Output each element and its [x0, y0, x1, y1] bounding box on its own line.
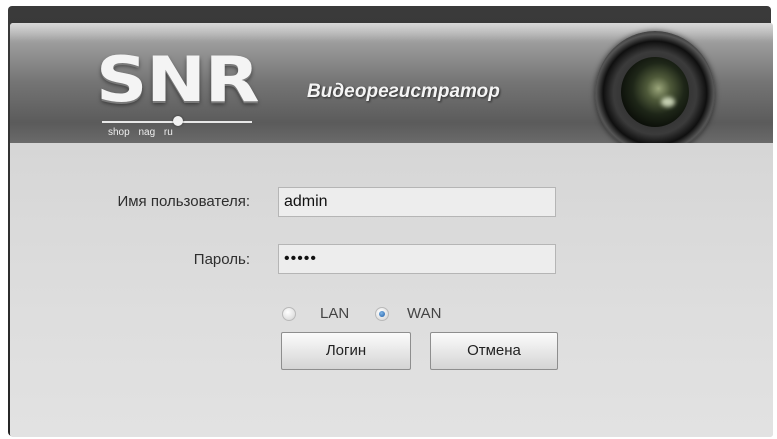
lens-glass	[621, 57, 689, 127]
login-panel: SNR shop nag ru Видеорегистратор Имя пол…	[10, 23, 773, 437]
logo-subtext: shop nag ru	[108, 127, 173, 138]
header-title: Видеорегистратор	[307, 81, 500, 102]
logo-dot	[173, 116, 183, 126]
camera-lens-icon	[595, 31, 715, 155]
login-form: Имя пользователя: Пароль: LAN WAN Логин …	[10, 143, 773, 437]
wan-radio[interactable]	[375, 307, 389, 321]
logo-text: SNR	[96, 43, 260, 116]
header-banner: SNR shop nag ru Видеорегистратор	[10, 23, 773, 155]
cancel-button[interactable]: Отмена	[430, 332, 558, 370]
password-label: Пароль:	[193, 251, 250, 268]
network-mode-group: LAN WAN	[282, 305, 532, 325]
username-field[interactable]	[278, 187, 556, 217]
logo: SNR shop nag ru	[96, 43, 266, 139]
login-button[interactable]: Логин	[281, 332, 411, 370]
lan-radio-label[interactable]: LAN	[320, 305, 349, 322]
password-field[interactable]	[278, 244, 556, 274]
lens-glint	[661, 97, 675, 107]
wan-radio-label[interactable]: WAN	[407, 305, 441, 322]
lan-radio[interactable]	[282, 307, 296, 321]
username-label: Имя пользователя:	[117, 193, 250, 210]
